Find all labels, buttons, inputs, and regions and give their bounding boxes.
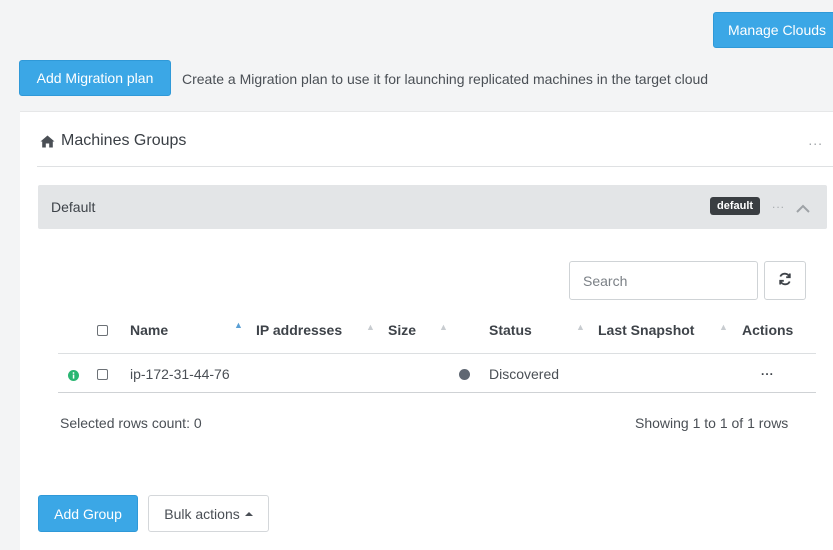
group-menu-button[interactable]: ... — [772, 197, 785, 211]
panel-header: Machines Groups ... — [20, 112, 833, 167]
column-header-actions: Actions — [742, 322, 794, 338]
selected-rows-count: Selected rows count: 0 — [60, 415, 202, 431]
home-icon — [40, 135, 55, 148]
column-header-name[interactable]: Name — [130, 322, 168, 338]
machine-status: Discovered — [489, 366, 560, 382]
bulk-actions-label: Bulk actions — [164, 505, 240, 522]
bulk-actions-button[interactable]: Bulk actions — [148, 495, 269, 532]
machine-name[interactable]: ip-172-31-44-76 — [130, 366, 230, 382]
panel-divider — [37, 166, 833, 167]
group-header[interactable]: Default default ... — [38, 185, 827, 229]
caret-up-icon — [244, 511, 253, 516]
select-all-checkbox[interactable] — [97, 325, 108, 336]
info-icon[interactable] — [68, 368, 79, 384]
panel-menu-button[interactable]: ... — [808, 132, 823, 148]
sort-asc-icon[interactable]: ▲ — [234, 320, 243, 330]
column-header-ip-addresses[interactable]: IP addresses — [256, 322, 342, 338]
sort-icon[interactable]: ▲︎ — [576, 322, 585, 332]
panel-title-text: Machines Groups — [61, 132, 187, 149]
column-header-status[interactable]: Status — [489, 322, 532, 338]
sort-icon[interactable]: ▲︎ — [366, 322, 375, 332]
refresh-icon — [778, 272, 792, 289]
add-migration-plan-button[interactable]: Add Migration plan — [19, 60, 171, 96]
sort-icon[interactable]: ▲︎ — [439, 322, 448, 332]
column-header-last-snapshot[interactable]: Last Snapshot — [598, 322, 694, 338]
panel-title: Machines Groups — [40, 132, 186, 150]
status-dot-icon — [459, 369, 470, 380]
row-checkbox[interactable] — [97, 369, 108, 380]
machines-groups-panel: Machines Groups ... Default default ... … — [20, 111, 833, 550]
table-header-divider — [58, 353, 816, 354]
pagination-info: Showing 1 to 1 of 1 rows — [635, 415, 789, 431]
refresh-button[interactable] — [764, 261, 806, 300]
manage-clouds-button[interactable]: Manage Clouds — [713, 12, 833, 48]
add-group-button[interactable]: Add Group — [38, 495, 138, 532]
sort-icon[interactable]: ▲︎ — [719, 322, 728, 332]
default-badge: default — [710, 197, 761, 215]
chevron-up-icon[interactable] — [796, 200, 810, 216]
column-header-size[interactable]: Size — [388, 322, 416, 338]
table-row-divider — [58, 392, 816, 393]
row-actions-button[interactable]: ... — [761, 364, 774, 378]
search-input[interactable] — [569, 261, 758, 300]
group-name: Default — [51, 199, 96, 215]
migration-plan-description: Create a Migration plan to use it for la… — [182, 71, 709, 87]
